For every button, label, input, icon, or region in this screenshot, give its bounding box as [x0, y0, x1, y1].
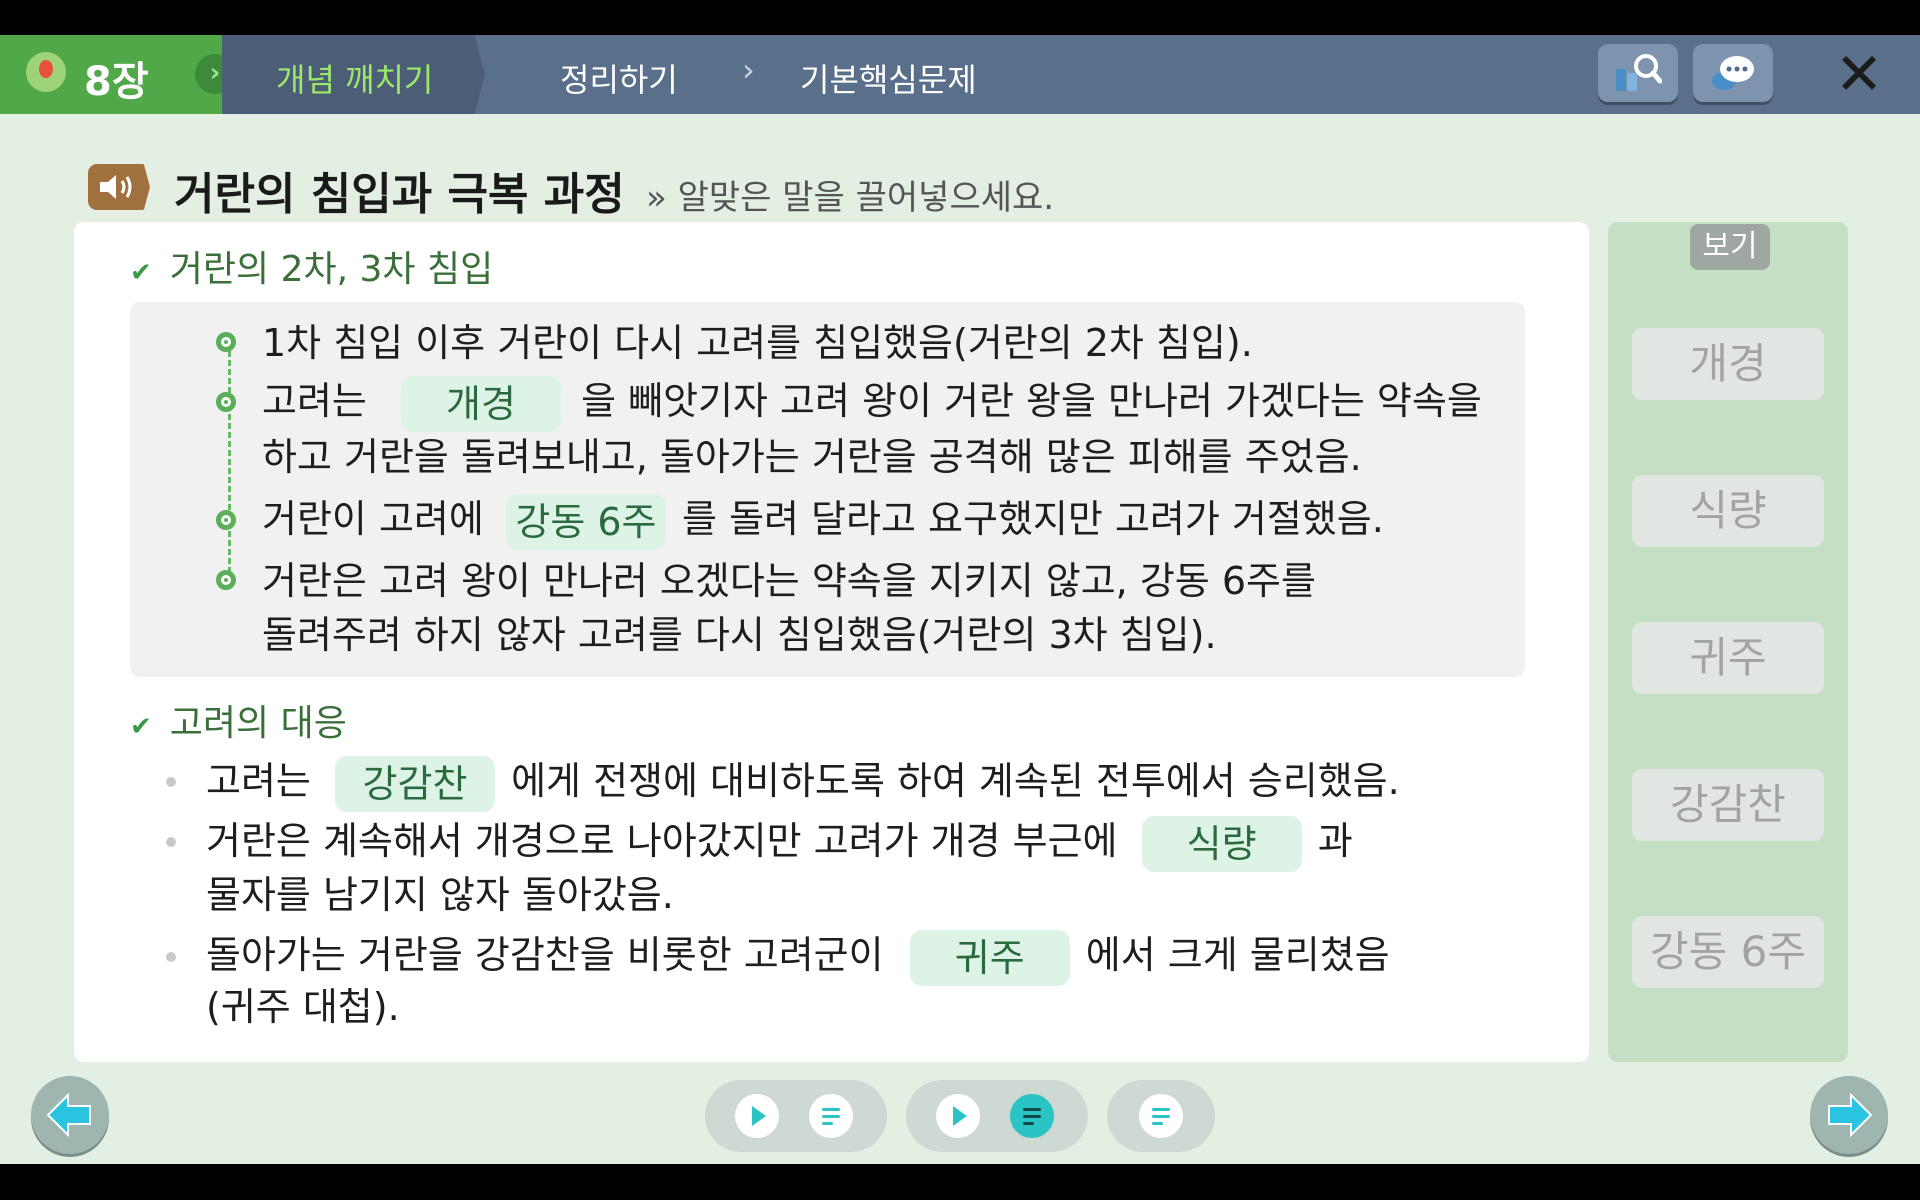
- bullet-dot: [166, 952, 176, 962]
- search-button[interactable]: [1598, 44, 1678, 102]
- tab-core-problems[interactable]: 기본핵심문제: [800, 55, 977, 101]
- script-button[interactable]: [1139, 1094, 1183, 1138]
- text-segment: 거란은 계속해서 개경으로 나아갔지만 고려가 개경 부근에: [206, 819, 1118, 863]
- speaker-icon[interactable]: [88, 164, 150, 210]
- arrow-right-icon: [1828, 1092, 1873, 1138]
- check-icon: ✔: [130, 258, 152, 288]
- text-segment: 을 빼앗기자 고려 왕이 거란 왕을 만나러 가겠다는 약속을: [581, 379, 1482, 423]
- play-icon: [752, 1106, 766, 1126]
- chapter-number: 8장: [84, 59, 149, 105]
- timeline-dot: [216, 332, 236, 352]
- word-chip[interactable]: 식량: [1632, 475, 1824, 547]
- arrow-left-icon: [46, 1092, 91, 1138]
- word-chip[interactable]: 개경: [1632, 328, 1824, 400]
- section-heading-invasion: ✔ 거란의 2차, 3차 침입: [130, 240, 493, 292]
- tab-summary[interactable]: 정리하기: [560, 55, 678, 101]
- chapter-badge[interactable]: 8장 ›: [0, 35, 235, 114]
- book-search-icon: [1616, 54, 1662, 91]
- text-segment: 를 돌려 달라고 요구했지만 고려가 거절했음.: [682, 497, 1384, 541]
- control-group-1: [705, 1080, 887, 1152]
- section-heading-text: 거란의 2차, 3차 침입: [169, 249, 494, 290]
- bullet-dot: [166, 837, 176, 847]
- main-area: 거란의 침입과 극복 과정 » 알맞은 말을 끌어넣으세요. ✔ 거란의 2차, …: [0, 114, 1920, 1164]
- timeline-dot: [216, 392, 236, 412]
- script-lines-icon: [1023, 1108, 1041, 1125]
- section-heading-response: ✔ 고려의 대응: [130, 694, 347, 746]
- script-button-active[interactable]: [1010, 1094, 1054, 1138]
- top-navigation-bar: 8장 › 개념 깨치기 정리하기 › 기본핵심문제 ✕: [0, 35, 1920, 114]
- next-page-button[interactable]: [1810, 1076, 1888, 1154]
- timeline-dot: [216, 570, 236, 590]
- word-chip[interactable]: 강동 6주: [1632, 916, 1824, 988]
- text-segment: 거란이 고려에: [262, 497, 484, 541]
- content-panel: ✔ 거란의 2차, 3차 침입 1차 침입 이후 거란이 다시 고려를 침입했음(…: [74, 222, 1589, 1062]
- play-button[interactable]: [936, 1094, 980, 1138]
- play-icon: [953, 1106, 967, 1126]
- timeline-text: 거란이 고려에 강동 6주 를 돌려 달라고 요구했지만 고려가 거절했음.: [262, 492, 1384, 550]
- previous-page-button[interactable]: [31, 1076, 109, 1154]
- page-title: 거란의 침입과 극복 과정: [174, 169, 625, 220]
- tab-separator: ›: [742, 51, 755, 89]
- text-segment: 고려는: [206, 759, 311, 803]
- bullet-dot: [166, 777, 176, 787]
- timeline-text: 거란은 고려 왕이 만나러 오겠다는 약속을 지키지 않고, 강동 6주를: [262, 559, 1316, 603]
- timeline-text: 돌려주려 하지 않자 고려를 다시 침입했음(거란의 3차 침입).: [262, 613, 1217, 657]
- response-text: 고려는 강감찬 에게 전쟁에 대비하도록 하여 계속된 전투에서 승리했음.: [206, 754, 1400, 812]
- script-button[interactable]: [809, 1094, 853, 1138]
- text-segment: 에서 크게 물리쳤음: [1085, 933, 1390, 977]
- control-group-2: [906, 1080, 1088, 1152]
- timeline-dot: [216, 510, 236, 530]
- timeline-text: 고려는 개경 을 빼앗기자 고려 왕이 거란 왕을 만나러 가겠다는 약속을: [262, 374, 1482, 432]
- instruction-text: » 알맞은 말을 끌어넣으세요.: [646, 178, 1055, 218]
- text-segment: 고려는: [262, 379, 367, 423]
- tab-concept[interactable]: 개념 깨치기: [222, 35, 485, 114]
- answer-slot-gaegyeong[interactable]: 개경: [400, 375, 561, 432]
- answer-slot-gangdong[interactable]: 강동 6주: [505, 493, 666, 550]
- location-pin-icon: [26, 52, 66, 92]
- text-segment: 과: [1317, 819, 1353, 863]
- timeline-text: 1차 침입 이후 거란이 다시 고려를 침입했음(거란의 2차 침입).: [262, 321, 1253, 365]
- script-lines-icon: [1152, 1108, 1170, 1125]
- invasion-timeline-box: 1차 침입 이후 거란이 다시 고려를 침입했음(거란의 2차 침입). 고려는…: [130, 302, 1525, 677]
- check-icon: ✔: [130, 712, 152, 742]
- response-text: 거란은 계속해서 개경으로 나아갔지만 고려가 개경 부근에 식량 과: [206, 814, 1353, 872]
- word-bank-panel: 보기 개경 식량 귀주 강감찬 강동 6주: [1608, 222, 1848, 1062]
- text-segment: 에게 전쟁에 대비하도록 하여 계속된 전투에서 승리했음.: [511, 759, 1400, 803]
- play-button[interactable]: [735, 1094, 779, 1138]
- chat-bubble-icon: [1712, 56, 1754, 90]
- tab-concept-label: 개념 깨치기: [276, 61, 434, 99]
- word-chip[interactable]: 강감찬: [1632, 769, 1824, 841]
- word-chip[interactable]: 귀주: [1632, 622, 1824, 694]
- chat-button[interactable]: [1693, 44, 1773, 102]
- response-text: (귀주 대첩).: [206, 985, 400, 1029]
- answer-slot-food[interactable]: 식량: [1141, 815, 1302, 872]
- control-group-3: [1107, 1080, 1215, 1152]
- response-text: 물자를 남기지 않자 돌아갔음.: [206, 873, 674, 917]
- answer-slot-gwiju[interactable]: 귀주: [909, 929, 1070, 986]
- response-text: 돌아가는 거란을 강감찬을 비롯한 고려군이 귀주 에서 크게 물리쳤음: [206, 928, 1390, 986]
- close-icon[interactable]: ✕: [1832, 45, 1886, 103]
- timeline-line: [228, 342, 231, 582]
- word-bank-label: 보기: [1690, 224, 1770, 270]
- timeline-text: 하고 거란을 돌려보내고, 돌아가는 거란을 공격해 많은 피해를 주었음.: [262, 435, 1362, 479]
- script-lines-icon: [822, 1108, 840, 1125]
- text-segment: 돌아가는 거란을 강감찬을 비롯한 고려군이: [206, 933, 884, 977]
- section-heading-text: 고려의 대응: [169, 703, 347, 744]
- answer-slot-gangamchan[interactable]: 강감찬: [334, 755, 495, 812]
